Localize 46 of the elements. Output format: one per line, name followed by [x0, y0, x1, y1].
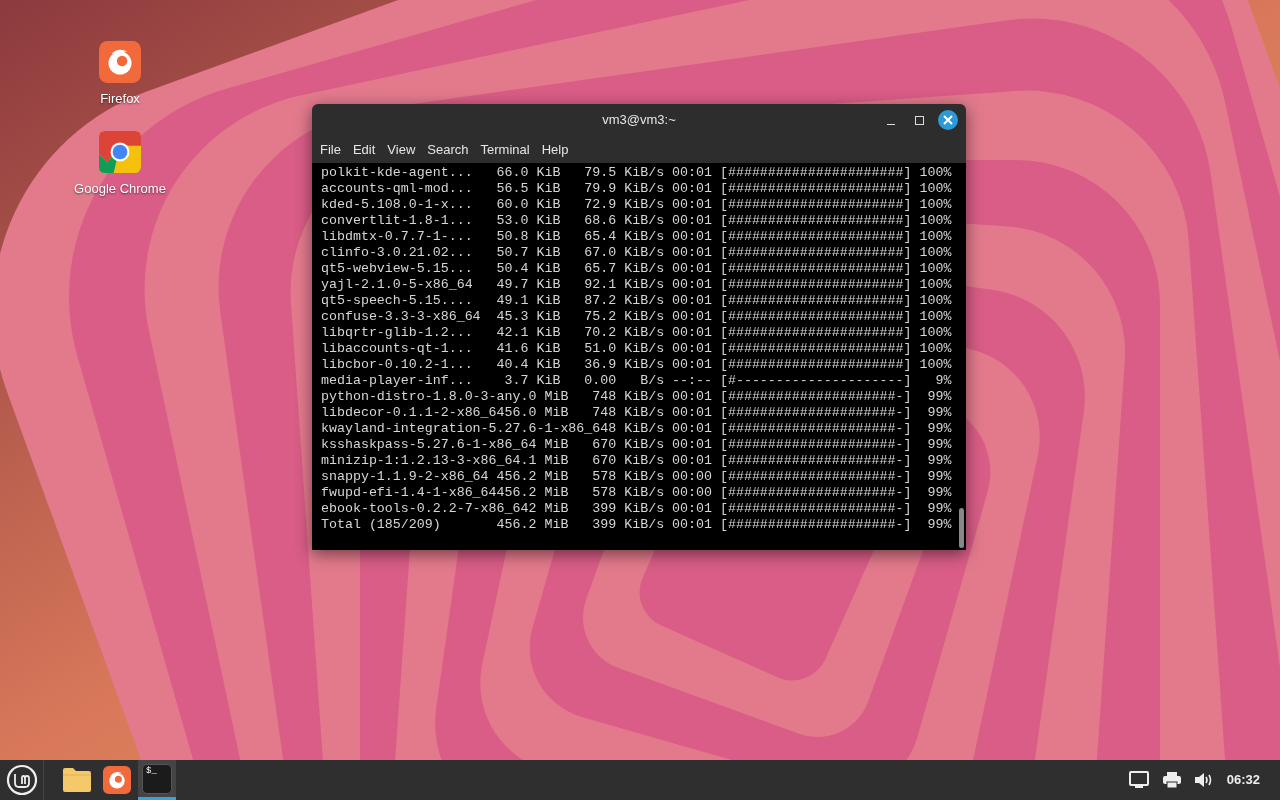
- menu-item[interactable]: Terminal: [474, 139, 536, 160]
- terminal-line: snappy-1.1.9-2-x86_64 456.2 MiB 578 KiB/s 00:00 [#####################-] 99%: [321, 469, 952, 485]
- desktop-shortcut[interactable]: Google Chrome: [65, 130, 175, 198]
- terminal-line: Total (185/209) 456.2 MiB 399 KiB/s 00:01 [#####################-] 99%: [321, 517, 952, 533]
- terminal-line: polkit-kde-agent... 66.0 KiB 79.5 KiB/s 00:01 [######################] 100%: [321, 165, 952, 181]
- scrollbar-thumb[interactable]: [959, 508, 964, 548]
- menu-item[interactable]: File: [314, 139, 347, 160]
- printer-icon[interactable]: [1162, 772, 1181, 788]
- terminal-line: yajl-2.1.0-5-x86_64 49.7 KiB 92.1 KiB/s 00:01 [######################] 100%: [321, 277, 952, 293]
- close-icon: [943, 115, 953, 125]
- network-icon[interactable]: [1128, 771, 1149, 789]
- terminal-line: convertlit-1.8-1... 53.0 KiB 68.6 KiB/s 00:01 [######################] 100%: [321, 213, 952, 229]
- terminal-line: ksshaskpass-5.27.6-1-x86_64 MiB 670 KiB/s 00:01 [#####################-] 99%: [321, 437, 952, 453]
- terminal-line: libdecor-0.1.1-2-x86_6456.0 MiB 748 KiB/s 00:01 [#####################-] 99%: [321, 405, 952, 421]
- clock[interactable]: 06:32: [1226, 770, 1260, 790]
- close-button[interactable]: [938, 110, 958, 130]
- volume-icon[interactable]: [1194, 772, 1213, 788]
- browser-icon: [103, 766, 131, 794]
- terminal-line: libcbor-0.10.2-1... 40.4 KiB 36.9 KiB/s 00:01 [######################] 100%: [321, 357, 952, 373]
- folder-icon: [62, 767, 92, 793]
- menu-item[interactable]: View: [381, 139, 422, 160]
- desktop-shortcut[interactable]: Firefox: [65, 41, 175, 109]
- menu-item[interactable]: Search: [421, 139, 475, 160]
- terminal-line: libdmtx-0.7.7-1-... 50.8 KiB 65.4 KiB/s 00:01 [######################] 100%: [321, 229, 952, 245]
- terminal-line: minizip-1:1.2.13-3-x86_64.1 MiB 670 KiB/s 00:01 [#####################-] 99%: [321, 453, 952, 469]
- terminal-line: ebook-tools-0.2.2-7-x86_642 MiB 399 KiB/s 00:01 [#####################-] 99%: [321, 501, 952, 517]
- terminal-line: clinfo-3.0.21.02... 50.7 KiB 67.0 KiB/s 00:01 [######################] 100%: [321, 245, 952, 261]
- logo-icon: [5, 764, 38, 796]
- taskbar-app[interactable]: $_: [138, 760, 176, 800]
- terminal-line: fwupd-efi-1.4-1-x86_64456.2 MiB 578 KiB/s 00:00 [#####################-] 99%: [321, 485, 952, 501]
- terminal-line: libaccounts-qt-1... 41.6 KiB 51.0 KiB/s 00:01 [######################] 100%: [321, 341, 952, 357]
- terminal-line: kwayland-integration-5.27.6-1-x86_648 KiB/s 00:01 [#####################-] 99%: [321, 421, 952, 437]
- terminal-line: python-distro-1.8.0-3-any.0 MiB 748 KiB/s 00:01 [#####################-] 99%: [321, 389, 952, 405]
- terminal-line: qt5-speech-5.15.... 49.1 KiB 87.2 KiB/s 00:01 [######################] 100%: [321, 293, 952, 309]
- browser-icon: [99, 41, 141, 83]
- terminal-line: confuse-3.3-3-x86_64 45.3 KiB 75.2 KiB/s 00:01 [######################] 100%: [321, 309, 952, 325]
- terminal-line: qt5-webview-5.15... 50.4 KiB 65.7 KiB/s 00:01 [######################] 100%: [321, 261, 952, 277]
- terminal-line: accounts-qml-mod... 56.5 KiB 79.9 KiB/s 00:01 [######################] 100%: [321, 181, 952, 197]
- window-title: vm3@vm3:~: [602, 111, 676, 130]
- browser-icon: [99, 130, 141, 173]
- menu-item[interactable]: Edit: [346, 139, 382, 160]
- terminal-icon: $_: [142, 763, 172, 794]
- terminal-line: libqrtr-glib-1.2... 42.1 KiB 70.2 KiB/s 00:01 [######################] 100%: [321, 325, 952, 341]
- menu-item[interactable]: Help: [535, 139, 575, 160]
- terminal-line: media-player-inf... 3.7 KiB 0.00 B/s --:-- [#---------------------] 9%: [321, 373, 952, 389]
- terminal-line: kded-5.108.0-1-x... 60.0 KiB 72.9 KiB/s 00:01 [######################] 100%: [321, 197, 952, 213]
